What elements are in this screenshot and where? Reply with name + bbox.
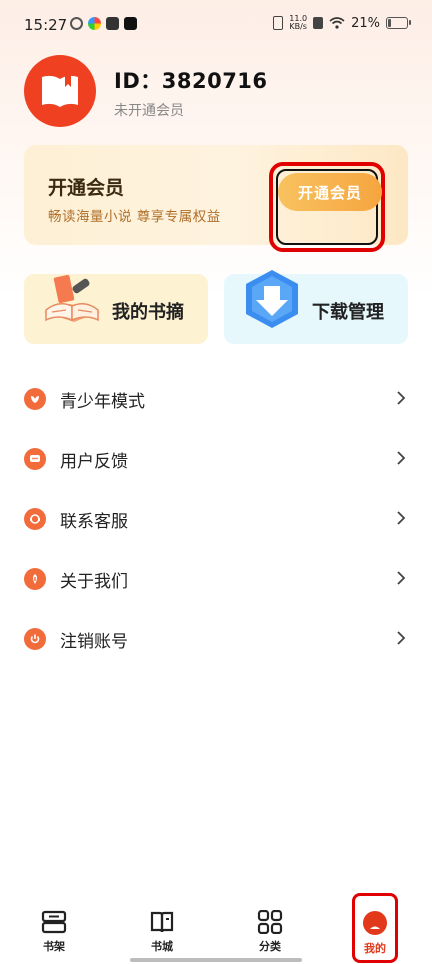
download-icon bbox=[246, 270, 298, 328]
status-right: 11.0 KB/s 21% bbox=[273, 15, 411, 31]
book-notes-icon bbox=[44, 274, 100, 322]
battery-icon bbox=[386, 17, 411, 29]
youth-mode-icon bbox=[24, 388, 46, 410]
menu-item-youth-mode[interactable]: 青少年模式 bbox=[0, 370, 432, 430]
nav-label-bookstore: 书城 bbox=[151, 940, 173, 953]
mail-icon bbox=[106, 17, 119, 30]
settings-menu: 青少年模式 用户反馈 联系客服 关于我们 注销账号 bbox=[0, 370, 432, 670]
user-id: ID：3820716 bbox=[114, 69, 268, 93]
vip-subtitle: 畅读海量小说 尊享专属权益 bbox=[48, 209, 221, 225]
customer-service-icon bbox=[24, 508, 46, 530]
feedback-icon bbox=[24, 448, 46, 470]
bookshelf-icon bbox=[41, 910, 67, 934]
about-icon bbox=[24, 568, 46, 590]
net-speed: 11.0 KB/s bbox=[289, 15, 307, 31]
vip-card: 开通会员 畅读海量小说 尊享专属权益 开通会员 bbox=[24, 145, 408, 252]
sim-off-icon bbox=[313, 17, 324, 29]
chevron-right-icon bbox=[397, 451, 406, 465]
open-vip-button[interactable]: 开通会员 bbox=[278, 173, 382, 211]
chevron-right-icon bbox=[397, 391, 406, 405]
nav-profile-highlight bbox=[352, 893, 398, 963]
menu-label-customer-service: 联系客服 bbox=[60, 512, 128, 532]
chevron-right-icon bbox=[397, 511, 406, 525]
home-indicator[interactable] bbox=[130, 958, 302, 962]
my-excerpts-label: 我的书摘 bbox=[112, 302, 184, 323]
nav-bookshelf[interactable]: 书架 bbox=[24, 910, 84, 960]
net-speed-unit: KB/s bbox=[289, 22, 307, 31]
power-icon bbox=[24, 628, 46, 650]
tiktok-icon bbox=[124, 17, 137, 30]
menu-label-feedback: 用户反馈 bbox=[60, 452, 128, 472]
nav-bookstore[interactable]: 书城 bbox=[132, 910, 192, 960]
status-time: 15:27 bbox=[24, 16, 68, 34]
vip-title: 开通会员 bbox=[48, 177, 125, 199]
menu-label-delete-account: 注销账号 bbox=[60, 632, 128, 652]
app-colorful-icon bbox=[88, 17, 101, 30]
battery-level bbox=[388, 19, 391, 27]
nav-label-category: 分类 bbox=[259, 940, 281, 953]
menu-item-delete-account[interactable]: 注销账号 bbox=[0, 610, 432, 670]
vibrate-icon bbox=[273, 16, 284, 30]
menu-item-about-us[interactable]: 关于我们 bbox=[0, 550, 432, 610]
profile-header: ID：3820716 未开通会员 bbox=[24, 55, 414, 127]
status-bar: 15:27 11.0 KB/s 21% bbox=[0, 0, 432, 50]
book-logo-icon bbox=[42, 75, 78, 107]
menu-item-feedback[interactable]: 用户反馈 bbox=[0, 430, 432, 490]
member-status: 未开通会员 bbox=[114, 103, 184, 119]
menu-label-about-us: 关于我们 bbox=[60, 572, 128, 592]
my-excerpts-button[interactable]: 我的书摘 bbox=[24, 274, 208, 344]
menu-item-customer-service[interactable]: 联系客服 bbox=[0, 490, 432, 550]
category-icon bbox=[257, 910, 283, 934]
menu-label-youth-mode: 青少年模式 bbox=[60, 392, 145, 412]
chevron-right-icon bbox=[397, 571, 406, 585]
wifi-icon bbox=[329, 17, 345, 29]
bookstore-icon bbox=[150, 911, 174, 933]
avatar[interactable] bbox=[24, 55, 96, 127]
download-manager-label: 下载管理 bbox=[312, 302, 384, 323]
chevron-right-icon bbox=[397, 631, 406, 645]
battery-percent: 21% bbox=[351, 15, 380, 31]
nav-category[interactable]: 分类 bbox=[240, 910, 300, 960]
notification-icons bbox=[70, 17, 137, 30]
nav-label-bookshelf: 书架 bbox=[43, 940, 65, 953]
download-manager-button[interactable]: 下载管理 bbox=[224, 270, 408, 344]
link-icon bbox=[70, 17, 83, 30]
